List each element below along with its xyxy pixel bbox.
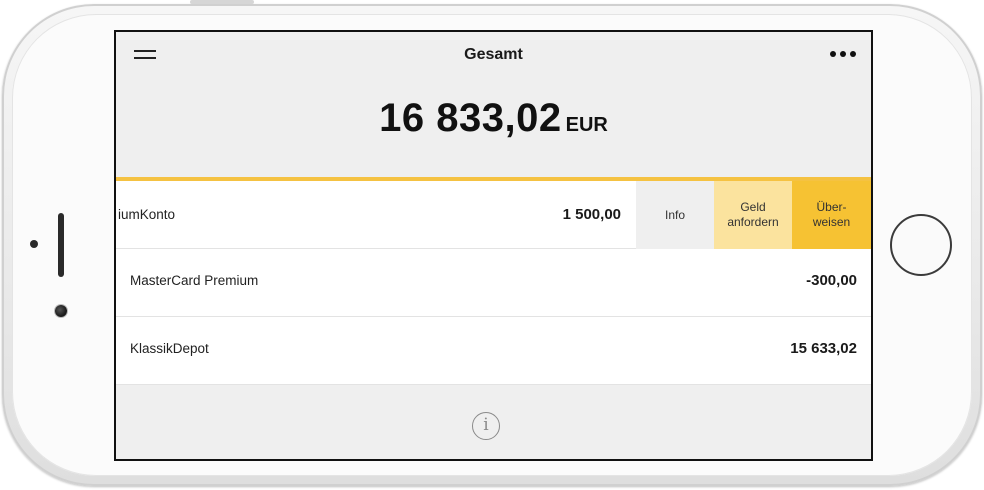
more-dots-icon[interactable] [829, 50, 859, 60]
info-action-label: Info [664, 207, 685, 222]
account-name: KlassikDepot [130, 341, 209, 356]
transfer-button[interactable]: Über- weisen [792, 181, 871, 249]
transfer-label: Über- weisen [812, 200, 851, 229]
account-balance: -300,00 [806, 272, 857, 289]
page-title: Gesamt [464, 46, 523, 63]
account-balance: 1 500,00 [562, 206, 621, 223]
total-balance: 16 833,02 EUR [116, 96, 871, 141]
app-screen: Gesamt 16 833,02 EUR iumKonto 1 500,00 In… [114, 30, 873, 461]
top-bar: Gesamt [116, 32, 871, 84]
account-row[interactable]: KlassikDepot 15 633,02 [116, 317, 871, 385]
request-money-label: Geld anfordern [727, 200, 779, 229]
phone-sensor [30, 240, 38, 248]
phone-speaker [58, 213, 64, 277]
account-balance: 15 633,02 [790, 340, 857, 357]
bottom-bar: i [116, 388, 871, 459]
phone-home-button[interactable] [890, 214, 952, 276]
account-row[interactable]: MasterCard Premium -300,00 [116, 249, 871, 317]
swipe-actions: Info Geld anfordern Über- weisen [636, 181, 871, 249]
info-circle-icon[interactable]: i [472, 412, 500, 440]
request-money-button[interactable]: Geld anfordern [714, 181, 792, 249]
total-currency: EUR [565, 114, 608, 136]
phone-side-button [190, 0, 254, 4]
total-amount: 16 833,02 [379, 96, 562, 140]
account-name: MasterCard Premium [130, 273, 259, 288]
account-name: iumKonto [118, 207, 176, 222]
account-list: iumKonto 1 500,00 Info Geld anfordern Üb… [116, 181, 871, 385]
phone-front-camera [55, 305, 67, 317]
account-row-swiped[interactable]: iumKonto 1 500,00 Info Geld anfordern Üb… [116, 181, 871, 249]
info-action-button[interactable]: Info [636, 181, 714, 249]
